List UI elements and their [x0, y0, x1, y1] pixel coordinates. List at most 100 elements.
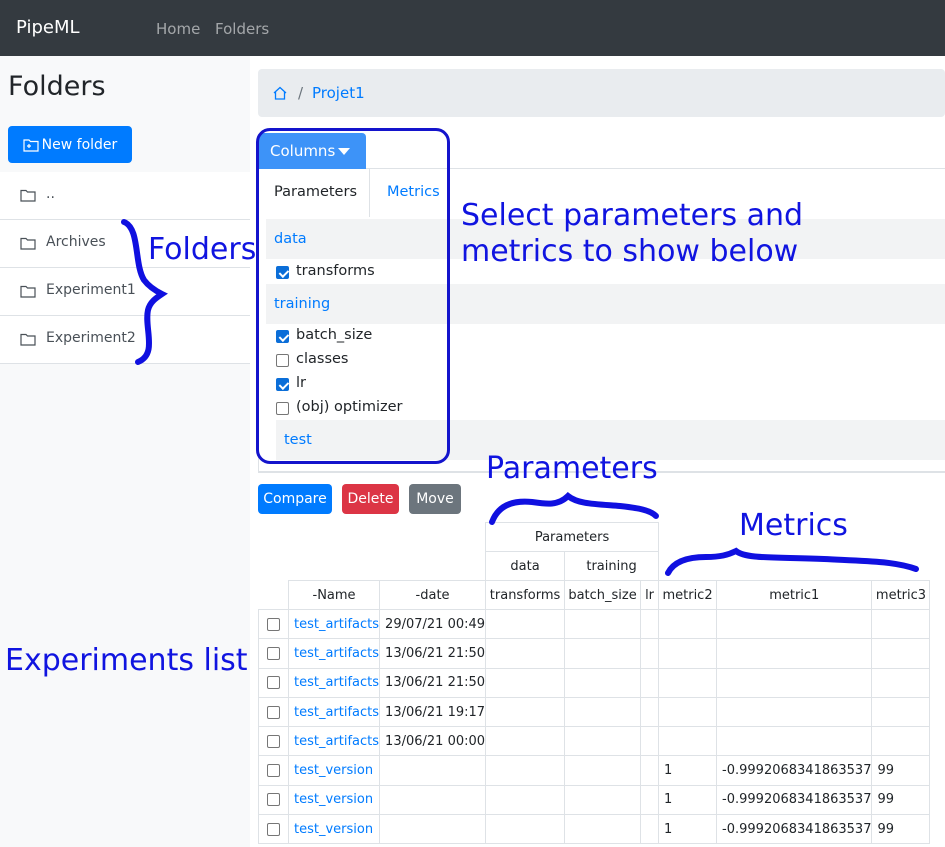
row-checkbox[interactable] — [267, 705, 280, 719]
cell-batch-size — [564, 814, 642, 845]
cell-name[interactable]: test_version — [287, 784, 381, 816]
folder-icon — [20, 333, 36, 346]
table-row[interactable]: test_version 1 -0.9992068341863537 99 — [258, 814, 931, 845]
cell-name[interactable]: test_artifacts — [287, 696, 381, 728]
parameters-group-header: Parameters — [485, 522, 660, 552]
nav-home[interactable]: Home — [156, 20, 200, 38]
cell-transforms — [485, 784, 566, 816]
table-row[interactable]: test_artifacts 13/06/21 21:50 — [258, 638, 931, 669]
folder-item-parent[interactable]: .. — [0, 172, 250, 220]
cell-transforms — [485, 696, 566, 728]
cell-lr — [640, 696, 660, 728]
row-checkbox[interactable] — [267, 676, 280, 690]
cell-metric2: 1 — [658, 814, 718, 845]
cell-lr — [640, 608, 660, 640]
annotation-box — [256, 128, 450, 464]
move-button[interactable]: Move — [409, 484, 461, 514]
cell-metric3 — [871, 667, 931, 698]
cell-metric1 — [716, 638, 873, 669]
cell-name[interactable]: test_version — [287, 814, 381, 845]
cell-metric3: 99 — [871, 784, 931, 816]
cell-lr — [640, 638, 660, 669]
cell-date: 13/06/21 21:50 — [379, 638, 487, 669]
cell-metric3 — [871, 726, 931, 757]
cell-metric1 — [716, 667, 873, 698]
new-folder-button[interactable]: New folder — [8, 126, 132, 163]
cell-lr — [640, 726, 660, 757]
row-select-cell — [258, 814, 289, 845]
row-checkbox[interactable] — [267, 734, 280, 748]
cell-date — [379, 755, 487, 786]
brace-metrics-shape — [665, 547, 919, 576]
cell-lr — [640, 814, 660, 845]
col-metric3[interactable]: metric3 — [871, 580, 931, 610]
table-row[interactable]: test_artifacts 13/06/21 00:00 — [258, 726, 931, 757]
cell-transforms — [485, 755, 566, 786]
new-folder-label: New folder — [41, 136, 118, 153]
brace-parameters-shape — [489, 491, 659, 525]
annotation-parameters: Parameters — [486, 451, 658, 486]
col-lr[interactable]: lr — [640, 580, 660, 610]
breadcrumb-separator: / — [298, 84, 304, 102]
row-select-cell — [258, 784, 289, 816]
table-row[interactable]: test_version 1 -0.9992068341863537 99 — [258, 784, 931, 816]
row-checkbox[interactable] — [267, 646, 280, 660]
row-checkbox[interactable] — [267, 764, 280, 778]
cell-transforms — [485, 638, 566, 669]
col-transforms[interactable]: transforms — [485, 580, 566, 610]
cell-date: 13/06/21 19:17 — [379, 696, 487, 728]
cell-name[interactable]: test_artifacts — [287, 667, 381, 698]
cell-batch-size — [564, 755, 642, 786]
home-icon[interactable] — [272, 85, 288, 101]
row-select-cell — [258, 755, 289, 786]
brand-logo[interactable]: PipeML — [16, 17, 80, 38]
cell-metric3 — [871, 638, 931, 669]
cell-lr — [640, 667, 660, 698]
cell-name[interactable]: test_artifacts — [287, 608, 381, 640]
annotation-metrics: Metrics — [739, 508, 848, 543]
cell-metric2 — [658, 726, 718, 757]
annotation-select-line1: Select parameters and — [461, 198, 804, 233]
cell-name[interactable]: test_artifacts — [287, 726, 381, 757]
subgroup-data: data — [485, 551, 566, 581]
col-batch-size[interactable]: batch_size — [564, 580, 642, 610]
cell-name[interactable]: test_artifacts — [287, 638, 381, 669]
cell-metric3: 99 — [871, 755, 931, 786]
cell-date: 29/07/21 00:49 — [379, 608, 487, 640]
cell-lr — [640, 784, 660, 816]
delete-button[interactable]: Delete — [342, 484, 399, 514]
cell-metric1 — [716, 726, 873, 757]
subgroup-training: training — [564, 551, 660, 581]
cell-transforms — [485, 814, 566, 845]
cell-name[interactable]: test_version — [287, 755, 381, 786]
cell-metric3 — [871, 696, 931, 728]
nav-folders[interactable]: Folders — [215, 20, 269, 38]
table-row[interactable]: test_artifacts 13/06/21 21:50 — [258, 667, 931, 698]
cell-metric1 — [716, 608, 873, 640]
col-metric2[interactable]: metric2 — [658, 580, 718, 610]
col-metric1[interactable]: metric1 — [716, 580, 873, 610]
cell-date — [379, 814, 487, 845]
row-checkbox[interactable] — [267, 617, 280, 631]
col-date[interactable]: -date — [379, 580, 487, 610]
compare-button[interactable]: Compare — [258, 484, 332, 514]
row-select-cell — [258, 696, 289, 728]
col-name[interactable]: -Name — [287, 580, 381, 610]
folder-icon — [20, 237, 36, 250]
cell-metric2 — [658, 667, 718, 698]
table-row[interactable]: test_version 1 -0.9992068341863537 99 — [258, 755, 931, 786]
folder-plus-icon — [23, 138, 39, 152]
row-checkbox[interactable] — [267, 822, 280, 836]
cell-metric2 — [658, 608, 718, 640]
cell-batch-size — [564, 726, 642, 757]
row-checkbox[interactable] — [267, 793, 280, 807]
cell-transforms — [485, 726, 566, 757]
table-row[interactable]: test_artifacts 29/07/21 00:49 — [258, 608, 931, 640]
cell-batch-size — [564, 667, 642, 698]
navbar: PipeML Home Folders — [0, 0, 945, 56]
breadcrumb-item-projet1[interactable]: Projet1 — [312, 84, 365, 102]
breadcrumb: / Projet1 — [258, 69, 945, 117]
cell-date — [379, 784, 487, 816]
folder-label: Archives — [46, 234, 106, 250]
table-row[interactable]: test_artifacts 13/06/21 19:17 — [258, 696, 931, 728]
